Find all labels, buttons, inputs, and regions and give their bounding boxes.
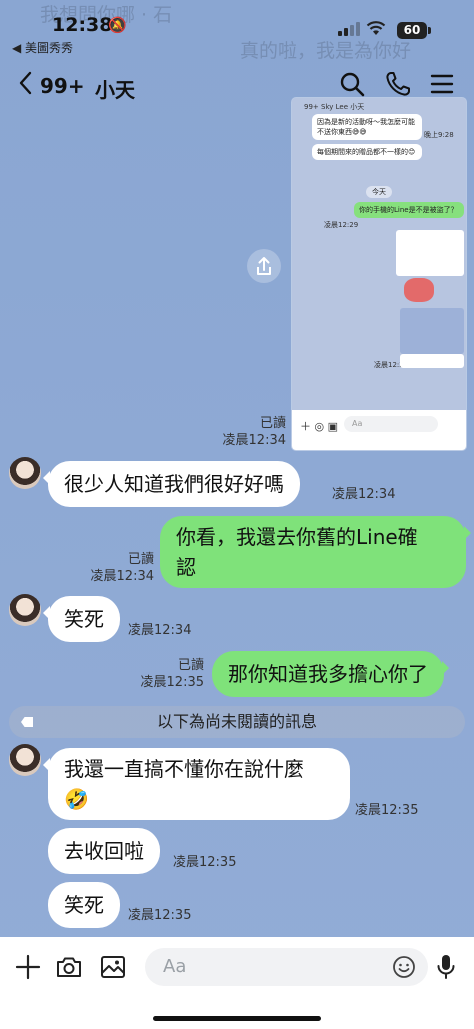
message-input-bar: Aa	[0, 937, 474, 1029]
mini-input-bar: ＋ ◎ ▣ Aa	[292, 410, 466, 450]
message-bubble[interactable]: 去收回啦	[48, 828, 160, 874]
message-bubble[interactable]: 很少人知道我們很好好嗎	[43, 461, 300, 507]
back-chevron-icon[interactable]	[18, 71, 32, 101]
message-bubble[interactable]: 笑死	[48, 882, 120, 928]
message-time: 凌晨12:35	[140, 675, 204, 690]
image-message-screenshot[interactable]: 99+ Sky Lee 小天 因為是新的活動呀～我怎麼可能不送你東西😅😅 晚上9…	[292, 98, 466, 450]
status-time: 12:38	[52, 14, 113, 36]
menu-icon[interactable]	[428, 70, 456, 98]
mini-input-field: Aa	[344, 416, 438, 432]
message-time: 凌晨12:34	[222, 433, 286, 448]
message-bubble[interactable]: 笑死	[43, 596, 120, 642]
avatar[interactable]	[9, 744, 41, 776]
message-time: 凌晨12:35	[128, 908, 192, 923]
home-indicator	[153, 1016, 321, 1021]
wifi-icon	[366, 20, 386, 40]
unread-messages-divider: 以下為尚未閱讀的訊息	[9, 706, 465, 738]
mini-message: 每個期間來的贈品都不一樣的😊	[312, 144, 422, 160]
message-time: 凌晨12:35	[173, 855, 237, 870]
message-bubble[interactable]: 那你知道我多擔心你了	[212, 651, 449, 697]
message-text-field[interactable]: Aa	[145, 948, 428, 986]
cellular-signal-icon	[338, 22, 360, 36]
search-icon[interactable]	[338, 70, 366, 98]
mini-date-chip: 今天	[366, 186, 392, 198]
message-placeholder: Aa	[163, 956, 187, 977]
image-gallery-icon[interactable]	[99, 953, 127, 981]
mini-nested-input	[400, 354, 464, 368]
message-time: 凌晨12:34	[128, 623, 192, 638]
microphone-icon[interactable]	[436, 953, 464, 981]
message-meta: 已讀 凌晨12:34	[91, 551, 154, 585]
mini-nested-chat	[400, 308, 464, 354]
camera-icon[interactable]	[55, 953, 83, 981]
mini-message: 你的手機的Line是不是被盜了？	[354, 202, 464, 218]
read-receipt: 已讀	[259, 416, 286, 431]
avatar[interactable]	[9, 594, 41, 626]
chat-title: 小天	[95, 78, 135, 102]
emoji-icon[interactable]	[392, 955, 416, 983]
mini-header: 99+ Sky Lee 小天	[304, 103, 365, 111]
message-text-line: 你看，我還去你舊的Line確	[176, 525, 418, 549]
status-bar: 12:38 🔕 ◀ 美圖秀秀 60	[0, 0, 474, 60]
message-bubble[interactable]: 你看，我還去你舊的Line確 認	[160, 516, 471, 588]
message-text-line: 我還一直搞不懂你在說什麼	[64, 757, 304, 781]
battery-indicator: 60	[397, 22, 431, 39]
read-receipt: 已讀	[127, 552, 154, 567]
message-time: 凌晨12:34	[90, 569, 154, 584]
tag-icon	[21, 717, 33, 727]
back-unread-count[interactable]: 99+	[40, 74, 85, 98]
phone-call-icon[interactable]	[384, 70, 412, 98]
mini-message: 因為是新的活動呀～我怎麼可能不送你東西😅😅	[312, 114, 422, 140]
share-icon[interactable]	[247, 249, 281, 283]
mini-nested-screenshot	[396, 230, 464, 276]
mini-time: 晚上9:28	[424, 131, 454, 139]
message-meta: 已讀 凌晨12:34	[223, 415, 286, 449]
message-time: 凌晨12:34	[332, 487, 396, 502]
message-emoji: 🤣	[64, 787, 89, 811]
avatar[interactable]	[9, 457, 41, 489]
unread-divider-label: 以下為尚未閱讀的訊息	[156, 712, 317, 731]
message-time: 凌晨12:35	[355, 803, 419, 818]
read-receipt: 已讀	[177, 658, 204, 673]
bell-muted-icon: 🔕	[108, 16, 127, 34]
message-bubble[interactable]: 我還一直搞不懂你在說什麼 🤣	[43, 748, 350, 820]
back-to-app-link[interactable]: ◀ 美圖秀秀	[12, 39, 73, 56]
mini-sticker	[404, 278, 434, 302]
mini-time: 凌晨12:29	[324, 221, 359, 229]
plus-icon[interactable]	[14, 953, 42, 981]
message-meta: 已讀 凌晨12:35	[141, 657, 204, 691]
message-text-line: 認	[176, 555, 196, 579]
